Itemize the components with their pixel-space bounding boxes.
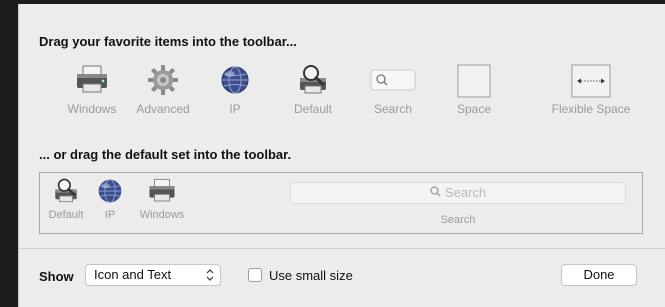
palette-item-windows[interactable]: Windows bbox=[59, 64, 125, 118]
palette-item-search[interactable]: Search bbox=[363, 64, 423, 118]
palette-item-flexible-space[interactable]: Flexible Space bbox=[543, 64, 639, 118]
default-toolbar-set[interactable]: Default IP Windows Search Search bbox=[39, 172, 643, 234]
updown-chevron-icon bbox=[206, 265, 214, 292]
default-set-item-windows: Windows bbox=[132, 173, 192, 231]
search-placeholder: Search bbox=[444, 185, 487, 200]
customize-toolbar-sheet: Drag your favorite items into the toolba… bbox=[18, 4, 665, 307]
palette-item-label: Advanced bbox=[136, 102, 190, 116]
globe-icon bbox=[219, 64, 251, 99]
printer-icon bbox=[147, 177, 177, 208]
palette-item-label: Space bbox=[456, 102, 492, 116]
palette-item-label: Search bbox=[373, 102, 413, 116]
footer-divider bbox=[19, 248, 665, 249]
default-set-item-label: Windows bbox=[139, 209, 185, 221]
palette-item-label: IP bbox=[229, 102, 241, 116]
globe-icon bbox=[96, 177, 124, 208]
show-label: Show bbox=[39, 269, 74, 284]
show-mode-value: Icon and Text bbox=[94, 267, 172, 282]
space-icon bbox=[457, 64, 491, 101]
palette-item-space[interactable]: Space bbox=[449, 64, 499, 118]
default-set-item-default: Default bbox=[44, 173, 88, 231]
default-set-item-label: Default bbox=[48, 209, 84, 221]
flexible-space-icon bbox=[571, 64, 611, 101]
small-size-label[interactable]: Use small size bbox=[269, 268, 353, 283]
palette-item-advanced[interactable]: Advanced bbox=[127, 64, 199, 118]
search-field-icon bbox=[370, 64, 416, 97]
palette-heading: Drag your favorite items into the toolba… bbox=[39, 34, 297, 49]
gear-icon bbox=[147, 64, 179, 99]
show-mode-popup[interactable]: Icon and Text bbox=[85, 264, 221, 286]
small-size-checkbox[interactable] bbox=[248, 268, 262, 282]
printer-magnifier-icon bbox=[52, 177, 80, 208]
search-icon bbox=[430, 183, 441, 203]
default-set-heading: ... or drag the default set into the too… bbox=[39, 147, 292, 162]
printer-icon bbox=[74, 64, 110, 99]
palette-item-label: Default bbox=[293, 102, 333, 116]
palette-item-default[interactable]: Default bbox=[281, 64, 345, 118]
default-set-search-field: Search bbox=[290, 182, 626, 204]
default-set-item-ip: IP bbox=[94, 173, 126, 231]
palette-item-ip[interactable]: IP bbox=[215, 64, 255, 118]
palette-item-label: Flexible Space bbox=[551, 102, 631, 116]
footer-bar: Show Icon and Text Use small size Done bbox=[19, 262, 665, 290]
printer-magnifier-icon bbox=[296, 64, 330, 99]
done-button[interactable]: Done bbox=[561, 264, 637, 286]
default-set-item-label: IP bbox=[104, 209, 116, 221]
default-set-search-label: Search bbox=[440, 214, 476, 226]
palette-item-label: Windows bbox=[67, 102, 117, 116]
